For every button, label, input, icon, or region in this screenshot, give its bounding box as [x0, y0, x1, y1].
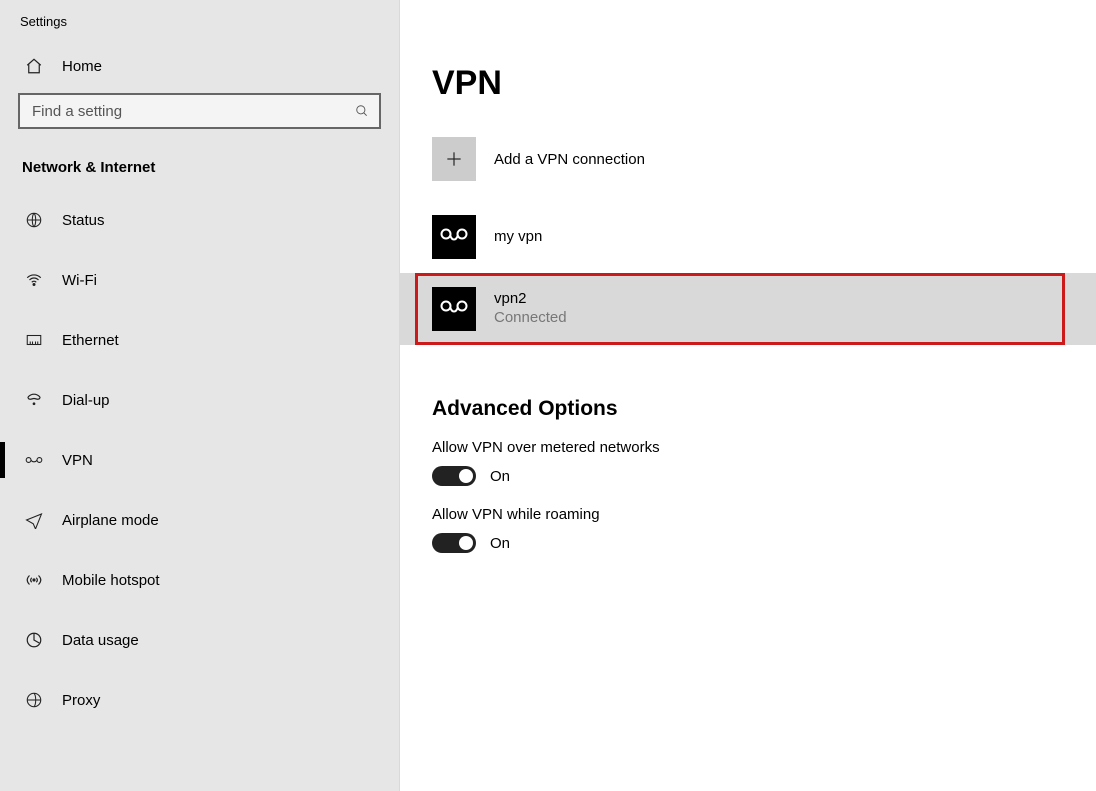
sidebar-item-proxy[interactable]: Proxy: [0, 670, 399, 730]
vpn-entry-name: vpn2: [494, 290, 567, 308]
vpn-entry-my-vpn[interactable]: my vpn: [400, 201, 1096, 273]
search-icon: [355, 104, 369, 118]
search-input-container[interactable]: [18, 93, 381, 129]
vpn-list: Add a VPN connection my vpn vpn2Connected: [400, 131, 1096, 345]
vpn-entry-status: Connected: [494, 308, 567, 328]
home-icon: [22, 57, 46, 75]
settings-sidebar: Settings Home Network & Internet Status W…: [0, 0, 400, 791]
advanced-options-title: Advanced Options: [400, 345, 1096, 437]
status-icon: [22, 211, 46, 229]
sidebar-item-status[interactable]: Status: [0, 190, 399, 250]
sidebar-item-ethernet[interactable]: Ethernet: [0, 310, 399, 370]
wifi-icon: [22, 271, 46, 289]
plus-icon: [432, 137, 476, 181]
sidebar-item-data-usage[interactable]: Data usage: [0, 610, 399, 670]
add-vpn-label: Add a VPN connection: [494, 151, 645, 168]
vpn-tile-icon: [432, 215, 476, 259]
sidebar-item-label: Dial-up: [62, 392, 110, 409]
dialup-icon: [22, 391, 46, 409]
sidebar-home[interactable]: Home: [0, 47, 399, 85]
search-input[interactable]: [30, 102, 349, 121]
option-allow-vpn-while-roaming: Allow VPN while roaming On: [400, 504, 1096, 571]
toggle-switch[interactable]: [432, 533, 476, 553]
sidebar-item-mobile-hotspot[interactable]: Mobile hotspot: [0, 550, 399, 610]
vpn-tile-icon: [432, 287, 476, 331]
sidebar-item-label: Wi-Fi: [62, 272, 97, 289]
window-title: Settings: [0, 12, 399, 47]
sidebar-item-airplane-mode[interactable]: Airplane mode: [0, 490, 399, 550]
sidebar-item-label: Data usage: [62, 632, 139, 649]
sidebar-item-label: Status: [62, 212, 105, 229]
sidebar-item-label: Mobile hotspot: [62, 572, 160, 589]
option-label: Allow VPN while roaming: [432, 506, 1064, 523]
category-header: Network & Internet: [0, 129, 399, 190]
sidebar-item-label: Proxy: [62, 692, 100, 709]
sidebar-item-label: Airplane mode: [62, 512, 159, 529]
toggle-state-label: On: [490, 468, 510, 485]
add-vpn-connection[interactable]: Add a VPN connection: [400, 131, 1096, 201]
vpn-entry-vpn2[interactable]: vpn2Connected: [400, 273, 1096, 345]
option-allow-vpn-over-metered-networks: Allow VPN over metered networks On: [400, 437, 1096, 504]
sidebar-item-dial-up[interactable]: Dial-up: [0, 370, 399, 430]
proxy-icon: [22, 691, 46, 709]
toggle-state-label: On: [490, 535, 510, 552]
sidebar-item-vpn[interactable]: VPN: [0, 430, 399, 490]
sidebar-item-label: VPN: [62, 452, 93, 469]
toggle-switch[interactable]: [432, 466, 476, 486]
sidebar-item-wi-fi[interactable]: Wi-Fi: [0, 250, 399, 310]
hotspot-icon: [22, 571, 46, 589]
sidebar-nav: Status Wi-Fi Ethernet Dial-up VPN Airplane mo…: [0, 190, 399, 730]
airplane-icon: [22, 511, 46, 529]
sidebar-item-label: Ethernet: [62, 332, 119, 349]
option-label: Allow VPN over metered networks: [432, 439, 1064, 456]
vpn-icon-icon: [22, 454, 46, 466]
sidebar-home-label: Home: [62, 58, 102, 75]
datausage-icon: [22, 631, 46, 649]
main-panel: VPN Add a VPN connection my vpn vpn2Conne…: [400, 0, 1096, 791]
page-title: VPN: [400, 64, 1096, 131]
ethernet-icon: [22, 331, 46, 349]
vpn-entry-name: my vpn: [494, 228, 542, 246]
